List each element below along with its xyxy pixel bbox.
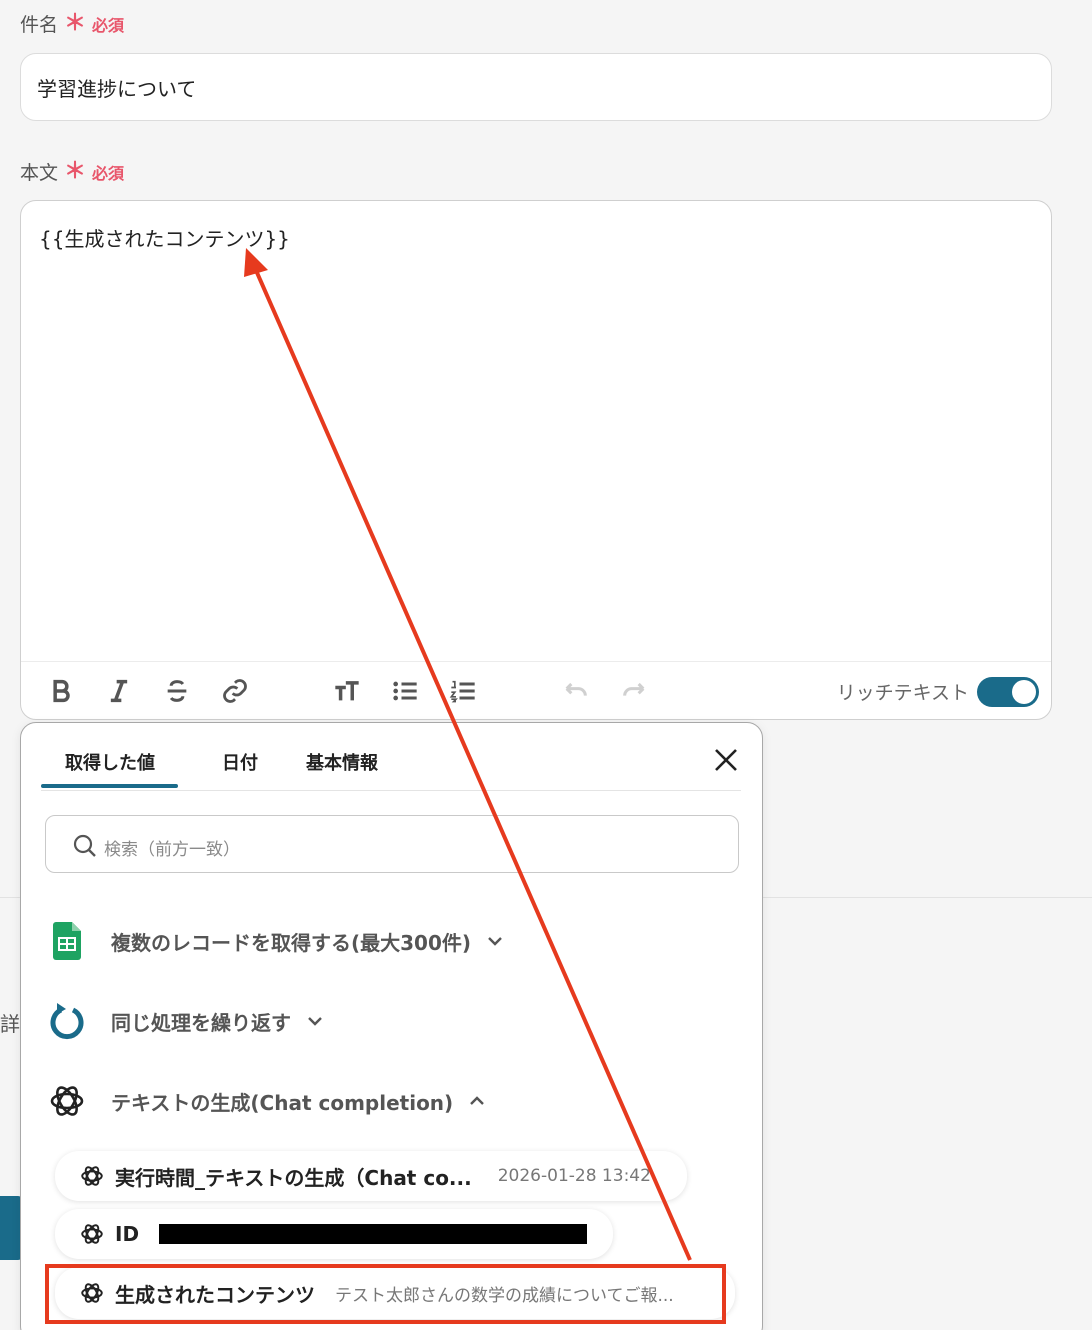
search-placeholder: 検索（前方一致）	[104, 840, 240, 860]
search-input[interactable]: 検索（前方一致）	[45, 815, 739, 873]
tab-retrieved-values[interactable]: 取得した値	[65, 749, 155, 775]
google-sheets-icon	[47, 921, 87, 961]
rich-text-toggle[interactable]	[977, 677, 1039, 707]
openai-icon	[81, 1166, 103, 1186]
toggle-knob	[1012, 680, 1036, 704]
group-loop[interactable]: 同じ処理を繰り返す	[47, 1001, 325, 1041]
group-text-generation[interactable]: テキストの生成(Chat completion)	[47, 1081, 487, 1121]
body-label: 本文 ＊ 必須	[20, 158, 124, 185]
bold-icon[interactable]	[46, 676, 76, 706]
subject-label-text: 件名	[20, 14, 59, 36]
strikethrough-icon[interactable]	[162, 676, 192, 706]
undo-icon[interactable]	[561, 676, 591, 706]
required-asterisk: ＊	[64, 10, 87, 36]
picker-tabs: 取得した値 日付 基本情報	[41, 723, 741, 791]
close-icon[interactable]	[711, 745, 741, 775]
form-page: 件名 ＊ 必須 学習進捗について 本文 ＊ 必須 {{生成されたコンテンツ}}	[0, 0, 1092, 1330]
chevron-down-icon	[308, 1017, 322, 1026]
italic-icon[interactable]	[104, 676, 134, 706]
required-badge: 必須	[92, 163, 125, 183]
group-label: 複数のレコードを取得する(最大300件)	[111, 930, 472, 955]
body-label-text: 本文	[20, 162, 59, 184]
rich-text-label: リッチテキスト	[836, 682, 969, 704]
openai-icon	[81, 1224, 103, 1244]
subject-input[interactable]: 学習進捗について	[20, 53, 1052, 121]
subject-value: 学習進捗について	[37, 76, 197, 101]
body-editor[interactable]: {{生成されたコンテンツ}} リッチテキスト	[20, 200, 1052, 720]
redacted-value	[159, 1224, 588, 1244]
variable-picker: 取得した値 日付 基本情報 検索（前方一致） 複数のレコードを取得する(最大30…	[20, 722, 763, 1330]
background-text-fragment: 詳	[0, 1012, 20, 1036]
group-label: テキストの生成(Chat completion)	[111, 1090, 454, 1115]
search-icon	[73, 834, 96, 857]
group-label: 同じ処理を繰り返す	[111, 1010, 291, 1035]
required-asterisk: ＊	[64, 158, 87, 184]
annotation-highlight-box	[45, 1264, 726, 1324]
editor-toolbar: リッチテキスト	[21, 661, 1051, 719]
link-icon[interactable]	[220, 676, 250, 706]
bullet-list-icon[interactable]	[390, 676, 420, 706]
item-label: ID	[115, 1222, 140, 1246]
list-item-id[interactable]: ID	[55, 1209, 613, 1259]
item-label: 実行時間_テキストの生成（Chat co...	[115, 1165, 472, 1190]
loop-icon	[47, 1001, 87, 1041]
chevron-up-icon	[470, 1096, 485, 1105]
required-badge: 必須	[92, 15, 125, 35]
item-value: 2026-01-28 13:42	[497, 1166, 651, 1186]
background-button-edge[interactable]	[0, 1196, 22, 1260]
group-get-records[interactable]: 複数のレコードを取得する(最大300件)	[47, 921, 505, 961]
list-item-execution-time[interactable]: 実行時間_テキストの生成（Chat co... 2026-01-28 13:42	[55, 1151, 687, 1201]
openai-icon	[47, 1081, 87, 1121]
body-value: {{生成されたコンテンツ}}	[39, 227, 290, 251]
tab-date[interactable]: 日付	[222, 749, 258, 775]
text-size-icon[interactable]	[332, 676, 362, 706]
tab-basic-info[interactable]: 基本情報	[306, 749, 378, 775]
chevron-down-icon	[488, 937, 502, 946]
subject-label: 件名 ＊ 必須	[20, 10, 124, 37]
redo-icon[interactable]	[619, 676, 649, 706]
active-tab-indicator	[41, 784, 178, 788]
numbered-list-icon[interactable]	[448, 676, 478, 706]
